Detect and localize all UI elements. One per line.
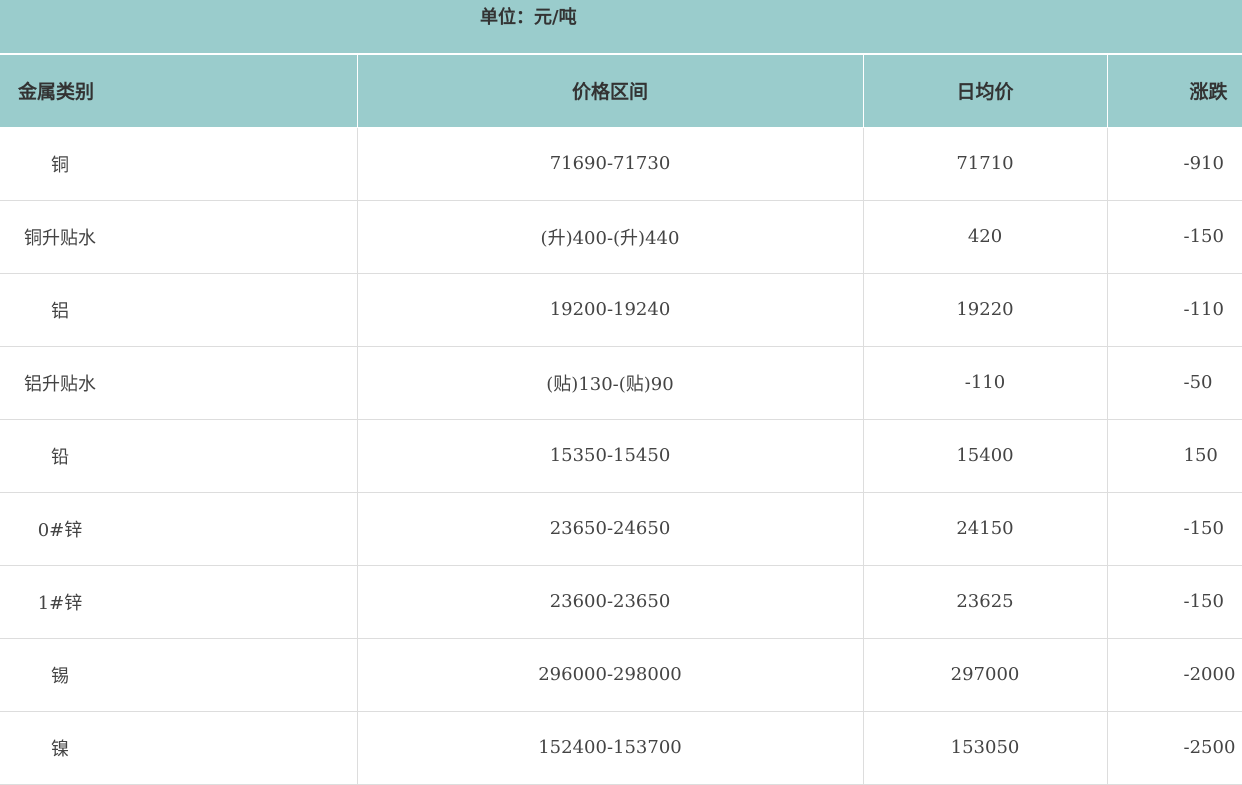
cell-price-range: 152400-153700 bbox=[357, 711, 864, 785]
cell-daily-average: 24150 bbox=[863, 492, 1108, 566]
table-row: 0#锌 23650-24650 24150 -150 bbox=[0, 492, 1242, 566]
header-daily-average: 日均价 bbox=[863, 55, 1108, 128]
cell-price-range: 19200-19240 bbox=[357, 273, 864, 347]
cell-change: -150 bbox=[1107, 200, 1242, 274]
table-row: 铜 71690-71730 71710 -910 bbox=[0, 127, 1242, 201]
header-change: 涨跌 bbox=[1107, 55, 1242, 128]
category-text: 铜升贴水 bbox=[24, 227, 96, 249]
header-price-range: 价格区间 bbox=[357, 55, 864, 128]
header-category: 金属类别 bbox=[0, 55, 358, 128]
table-row: 铝 19200-19240 19220 -110 bbox=[0, 273, 1242, 347]
cell-daily-average: -110 bbox=[863, 346, 1108, 420]
category-text: 镍 bbox=[51, 738, 69, 760]
category-text: 铝 bbox=[51, 300, 69, 322]
category-text: 铜 bbox=[51, 154, 69, 176]
table-header-row: 金属类别 价格区间 日均价 涨跌 bbox=[0, 55, 1242, 128]
cell-category: 铝 bbox=[0, 273, 358, 347]
cell-price-range: 296000-298000 bbox=[357, 638, 864, 712]
table-row: 铅 15350-15450 15400 150 bbox=[0, 419, 1242, 493]
cell-category: 铝升贴水 bbox=[0, 346, 358, 420]
cell-change: -2000 bbox=[1107, 638, 1242, 712]
cell-price-range: (贴)130-(贴)90 bbox=[357, 346, 864, 420]
cell-category: 0#锌 bbox=[0, 492, 358, 566]
cell-daily-average: 297000 bbox=[863, 638, 1108, 712]
metal-price-table: 金属类别 价格区间 日均价 涨跌 铜 71690-71730 71710 -91… bbox=[0, 55, 1242, 785]
unit-bar: 单位：元/吨 bbox=[0, 0, 1242, 54]
category-text: 1#锌 bbox=[37, 592, 83, 614]
cell-change: -150 bbox=[1107, 565, 1242, 639]
cell-daily-average: 15400 bbox=[863, 419, 1108, 493]
cell-category: 镍 bbox=[0, 711, 358, 785]
cell-daily-average: 23625 bbox=[863, 565, 1108, 639]
cell-category: 1#锌 bbox=[0, 565, 358, 639]
cell-price-range: 71690-71730 bbox=[357, 127, 864, 201]
category-text: 铝升贴水 bbox=[24, 373, 96, 395]
cell-change: 150 bbox=[1107, 419, 1242, 493]
table-row: 镍 152400-153700 153050 -2500 bbox=[0, 711, 1242, 785]
cell-price-range: 23600-23650 bbox=[357, 565, 864, 639]
cell-daily-average: 153050 bbox=[863, 711, 1108, 785]
cell-price-range: 15350-15450 bbox=[357, 419, 864, 493]
cell-change: -2500 bbox=[1107, 711, 1242, 785]
cell-change: -150 bbox=[1107, 492, 1242, 566]
cell-price-range: 23650-24650 bbox=[357, 492, 864, 566]
cell-change: -910 bbox=[1107, 127, 1242, 201]
category-text: 0#锌 bbox=[37, 519, 83, 541]
cell-change: -50 bbox=[1107, 346, 1242, 420]
table-row: 铜升贴水 (升)400-(升)440 420 -150 bbox=[0, 200, 1242, 274]
category-text: 锡 bbox=[51, 665, 69, 687]
category-text: 铅 bbox=[51, 446, 69, 468]
cell-category: 锡 bbox=[0, 638, 358, 712]
cell-change: -110 bbox=[1107, 273, 1242, 347]
cell-daily-average: 420 bbox=[863, 200, 1108, 274]
cell-category: 铜升贴水 bbox=[0, 200, 358, 274]
table-row: 1#锌 23600-23650 23625 -150 bbox=[0, 565, 1242, 639]
table-row: 锡 296000-298000 297000 -2000 bbox=[0, 638, 1242, 712]
unit-label: 单位：元/吨 bbox=[480, 7, 577, 28]
table-row: 铝升贴水 (贴)130-(贴)90 -110 -50 bbox=[0, 346, 1242, 420]
cell-daily-average: 19220 bbox=[863, 273, 1108, 347]
cell-category: 铅 bbox=[0, 419, 358, 493]
cell-daily-average: 71710 bbox=[863, 127, 1108, 201]
cell-category: 铜 bbox=[0, 127, 358, 201]
cell-price-range: (升)400-(升)440 bbox=[357, 200, 864, 274]
